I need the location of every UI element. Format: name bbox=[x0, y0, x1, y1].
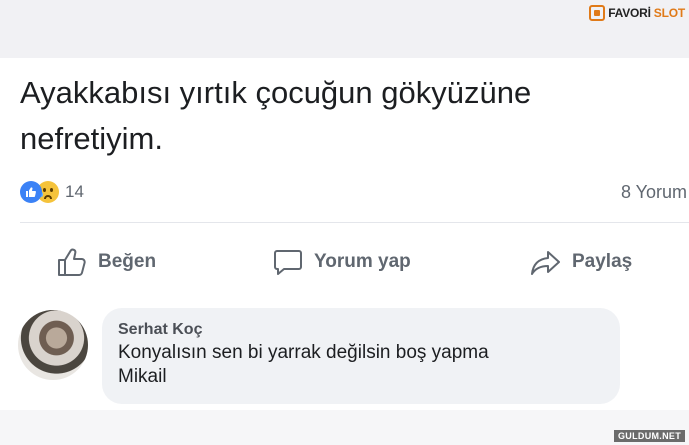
like-icon bbox=[20, 181, 42, 203]
watermark: GULDUM.NET bbox=[614, 430, 685, 442]
like-button[interactable]: Beğen bbox=[56, 244, 156, 280]
divider bbox=[20, 222, 689, 223]
post-text: Ayakkabısı yırtık çocuğun gökyüzüne nefr… bbox=[20, 75, 532, 156]
comment-count-link[interactable]: 8 Yorum bbox=[621, 182, 687, 203]
comment-text-line-1: Konyalısın sen bi yarrak değilsin boş ya… bbox=[118, 342, 489, 363]
favorislot-logo-icon bbox=[589, 5, 606, 21]
comment-button[interactable]: Yorum yap bbox=[272, 244, 411, 280]
comment-author[interactable]: Serhat Koç bbox=[118, 319, 604, 341]
thumbs-up-icon bbox=[56, 247, 88, 277]
reaction-count: 14 bbox=[65, 182, 84, 201]
speech-bubble-icon bbox=[272, 247, 304, 277]
share-arrow-icon bbox=[530, 247, 562, 277]
logo-word-2: SLOT bbox=[653, 6, 685, 20]
logo-word-1: FAVORİ bbox=[608, 6, 651, 20]
favorislot-logo: FAVORİ SLOT bbox=[589, 4, 685, 22]
top-strip bbox=[0, 0, 689, 58]
reactions-summary[interactable]: 14 bbox=[20, 181, 84, 203]
comment-bubble: Serhat Koç Konyalısın sen bi yarrak deği… bbox=[102, 308, 620, 404]
comment-text-line-2: Mikail bbox=[118, 366, 167, 387]
share-button-label: Paylaş bbox=[572, 251, 633, 272]
post-card: Ayakkabısı yırtık çocuğun gökyüzüne nefr… bbox=[0, 58, 689, 410]
comment: Serhat Koç Konyalısın sen bi yarrak deği… bbox=[0, 304, 689, 404]
action-bar: Beğen Yorum yap Paylaş bbox=[0, 244, 689, 280]
avatar[interactable] bbox=[18, 310, 88, 380]
like-button-label: Beğen bbox=[98, 251, 157, 272]
share-button[interactable]: Paylaş bbox=[530, 244, 632, 280]
comment-button-label: Yorum yap bbox=[314, 251, 411, 272]
